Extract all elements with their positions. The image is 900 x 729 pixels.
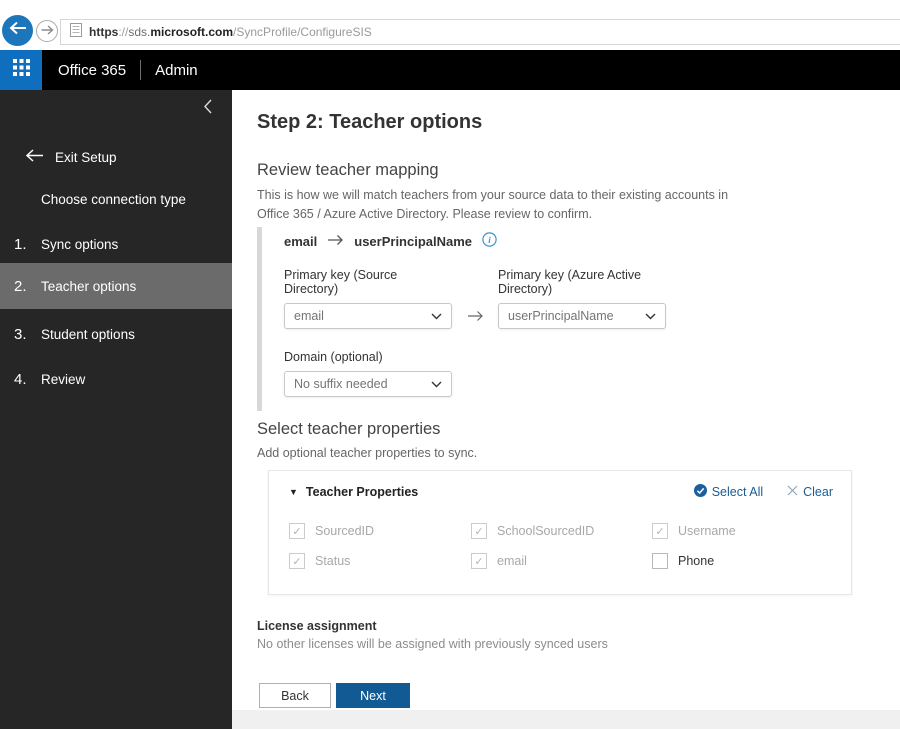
sidebar-item-label: Choose connection type <box>41 191 186 207</box>
forward-arrow-icon <box>41 22 54 40</box>
setup-sidebar: Exit Setup Choose connection type 1. Syn… <box>0 90 232 729</box>
license-assignment-heading: License assignment <box>257 619 377 633</box>
page-bottom-strip <box>232 710 900 729</box>
sidebar-item-student-options[interactable]: 3. Student options <box>0 316 232 352</box>
panel-title: Teacher Properties <box>305 485 419 499</box>
header-divider <box>140 60 142 80</box>
admin-link[interactable]: Admin <box>155 62 198 79</box>
target-key-label: Primary key (Azure Active Directory) <box>498 268 642 296</box>
exit-setup-label: Exit Setup <box>55 149 117 165</box>
sidebar-item-label: Teacher options <box>41 278 137 294</box>
checkbox-phone[interactable]: Phone <box>652 553 851 569</box>
step-number: 1. <box>14 235 27 253</box>
url-text: https://sds.microsoft.com/SyncProfile/Co… <box>89 25 372 39</box>
chevron-left-icon <box>203 99 212 119</box>
browser-forward-button[interactable] <box>36 20 58 42</box>
target-key-dropdown[interactable]: userPrincipalName <box>498 303 666 329</box>
exit-arrow-icon <box>25 149 44 165</box>
domain-dropdown-value: No suffix needed <box>294 377 388 391</box>
target-key-dropdown-value: userPrincipalName <box>508 309 614 323</box>
arrow-right-icon <box>327 234 344 249</box>
select-all-check-icon <box>693 484 707 500</box>
mapping-summary: email userPrincipalName i <box>284 232 666 250</box>
arrow-right-icon <box>452 310 498 322</box>
chevron-down-icon <box>645 309 656 323</box>
sidebar-item-label: Student options <box>41 326 135 342</box>
checkbox-icon <box>652 553 668 569</box>
exit-setup-button[interactable]: Exit Setup <box>0 146 232 168</box>
back-button[interactable]: Back <box>259 683 331 708</box>
page-title: Step 2: Teacher options <box>257 111 483 133</box>
checkbox-username[interactable]: Username <box>652 523 851 539</box>
source-key-dropdown-value: email <box>294 309 324 323</box>
step-number: 3. <box>14 325 27 343</box>
checkbox-status[interactable]: Status <box>289 553 471 569</box>
domain-label: Domain (optional) <box>284 350 383 364</box>
teacher-properties-panel: ▼ Teacher Properties Select All Clear So… <box>268 470 852 595</box>
checkbox-schoolsourcedid[interactable]: SchoolSourcedID <box>471 523 652 539</box>
sidebar-collapse-button[interactable] <box>198 99 216 119</box>
sidebar-item-teacher-options[interactable]: 2. Teacher options <box>0 263 232 309</box>
sidebar-item-label: Review <box>41 371 86 387</box>
address-bar[interactable]: https://sds.microsoft.com/SyncProfile/Co… <box>60 19 900 45</box>
review-mapping-description: This is how we will match teachers from … <box>257 188 729 222</box>
domain-dropdown[interactable]: No suffix needed <box>284 371 452 397</box>
mapping-source-value: email <box>284 233 318 249</box>
review-mapping-heading: Review teacher mapping <box>257 161 439 179</box>
source-key-dropdown[interactable]: email <box>284 303 452 329</box>
select-properties-description: Add optional teacher properties to sync. <box>257 446 478 460</box>
browser-chrome: https://sds.microsoft.com/SyncProfile/Co… <box>0 0 900 50</box>
sidebar-item-review[interactable]: 4. Review <box>0 361 232 397</box>
checkbox-icon <box>471 553 487 569</box>
checkbox-sourcedid[interactable]: SourcedID <box>289 523 471 539</box>
checkbox-email[interactable]: email <box>471 553 652 569</box>
browser-back-button[interactable] <box>2 15 33 46</box>
o365-header: Office 365 Admin <box>0 50 900 90</box>
app-launcher-button[interactable] <box>0 50 42 90</box>
step-number: 2. <box>14 277 27 295</box>
license-assignment-description: No other licenses will be assigned with … <box>257 637 608 651</box>
collapse-triangle-icon[interactable]: ▼ <box>289 487 298 497</box>
clear-button[interactable]: Clear <box>787 485 833 499</box>
app-launcher-grid-icon <box>12 59 30 81</box>
properties-checkbox-grid: SourcedID SchoolSourcedID Username Statu… <box>269 500 851 569</box>
back-arrow-icon <box>9 21 27 40</box>
sidebar-item-sync-options[interactable]: 1. Sync options <box>0 226 232 262</box>
sidebar-item-choose-connection-type[interactable]: Choose connection type <box>0 181 232 217</box>
next-button[interactable]: Next <box>336 683 410 708</box>
source-key-label: Primary key (Source Directory) <box>284 268 398 296</box>
info-icon[interactable]: i <box>482 232 497 250</box>
select-all-button[interactable]: Select All <box>693 484 763 500</box>
checkbox-icon <box>471 523 487 539</box>
svg-text:i: i <box>488 235 491 245</box>
step-number: 4. <box>14 370 27 388</box>
chevron-down-icon <box>431 377 442 391</box>
mapping-target-value: userPrincipalName <box>354 233 473 249</box>
checkbox-icon <box>289 553 305 569</box>
mapping-section: email userPrincipalName i Primary key (S… <box>257 227 666 411</box>
office365-brand-link[interactable]: Office 365 <box>58 62 126 79</box>
checkbox-icon <box>289 523 305 539</box>
chevron-down-icon <box>431 309 442 323</box>
main-content: Step 2: Teacher options Review teacher m… <box>232 90 900 710</box>
checkbox-icon <box>652 523 668 539</box>
clear-x-icon <box>787 485 798 499</box>
select-properties-heading: Select teacher properties <box>257 420 441 438</box>
sidebar-item-label: Sync options <box>41 236 119 252</box>
page-icon <box>70 22 82 42</box>
